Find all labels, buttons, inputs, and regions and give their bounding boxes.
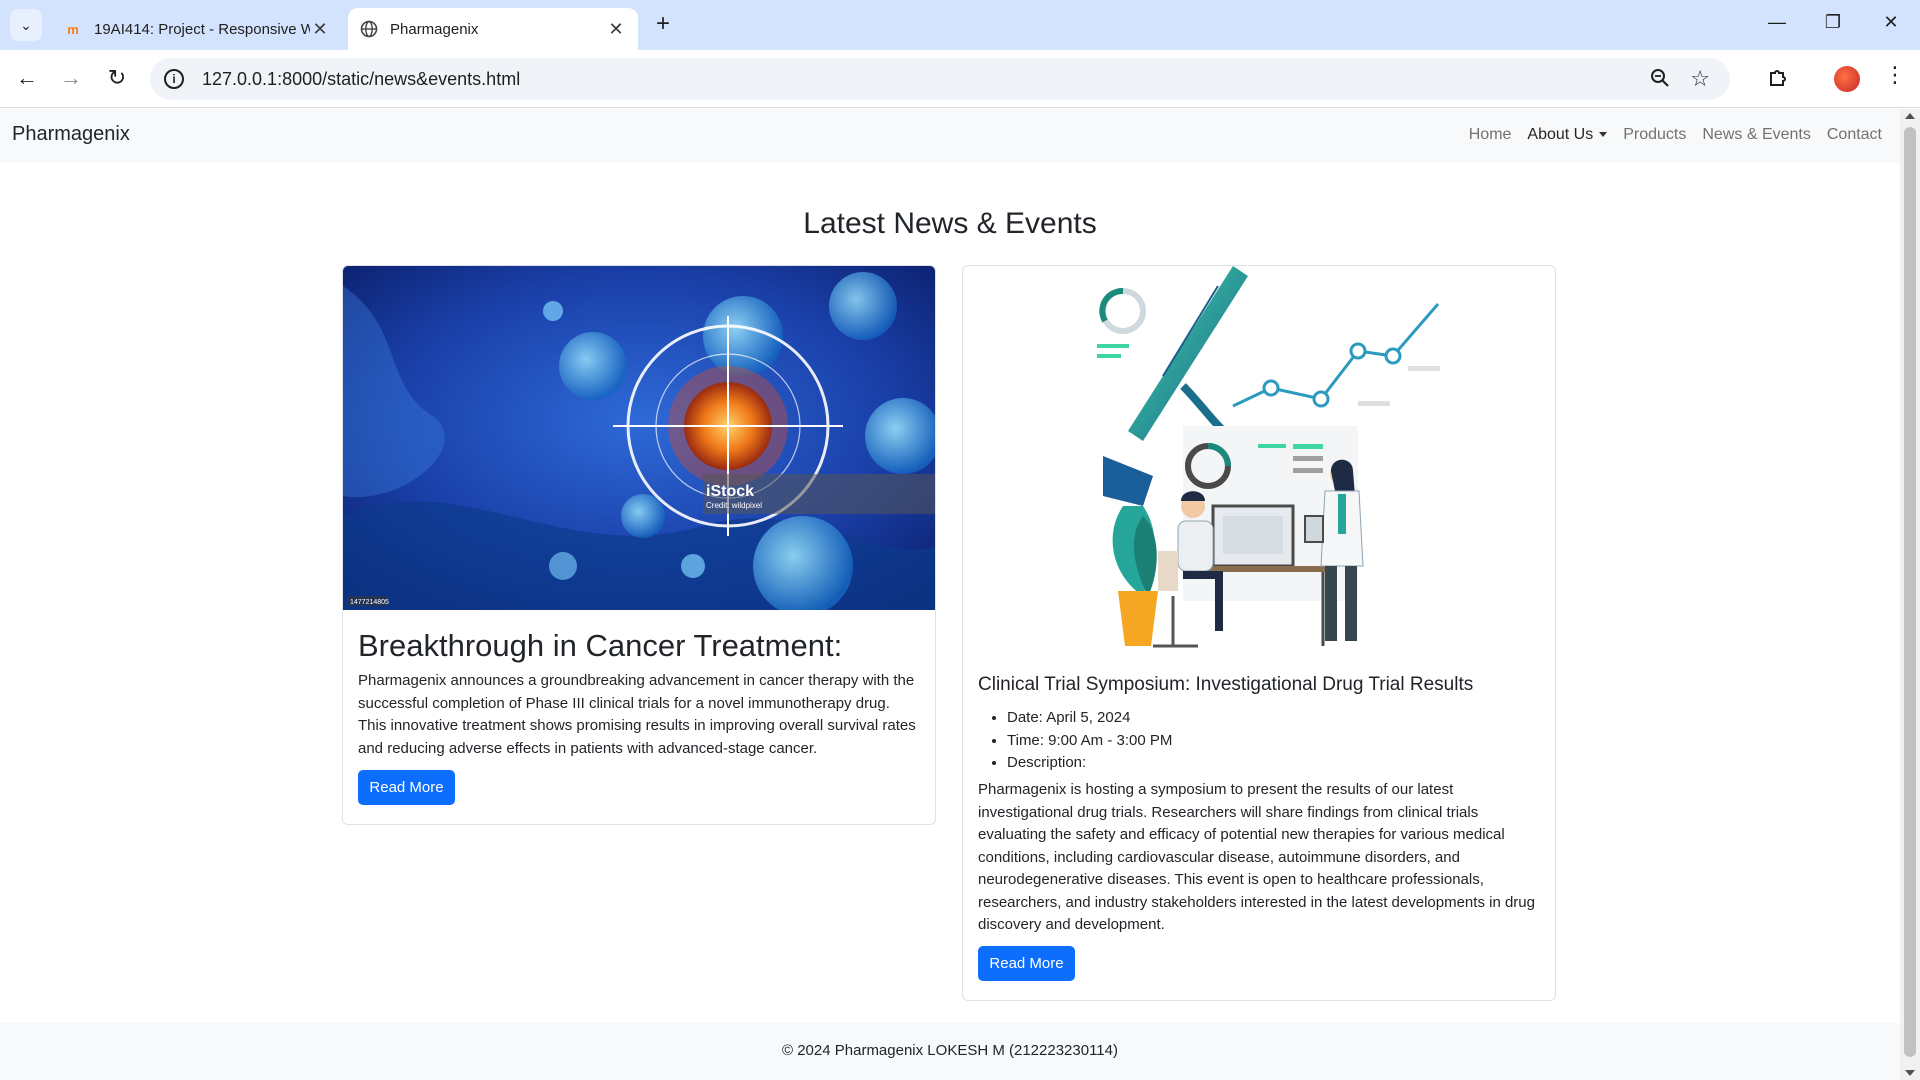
nav-links: Home About Us Products News & Events Con…	[1469, 126, 1882, 144]
event-card-title: Clinical Trial Symposium: Investigationa…	[978, 674, 1474, 695]
chevron-down-icon: ⌄	[20, 16, 32, 33]
event-details-list: Date: April 5, 2024 Time: 9:00 Am - 3:00…	[1007, 707, 1172, 775]
forward-arrow-icon[interactable]: →	[56, 64, 86, 94]
restore-icon[interactable]: ❐	[1818, 12, 1848, 38]
scroll-down-icon[interactable]	[1905, 1070, 1915, 1076]
browser-toolbar: ← → ↻ i 127.0.0.1:8000/static/news&event…	[0, 50, 1920, 108]
tab-title: 19AI414: Project - Responsive W	[94, 20, 310, 38]
image-stock-id: 1477214805	[350, 599, 389, 606]
minimize-icon[interactable]: —	[1762, 12, 1792, 38]
browser-tab-bar: ⌄ m 19AI414: Project - Responsive W ✕ Ph…	[0, 0, 1920, 50]
event-time: Time: 9:00 Am - 3:00 PM	[1007, 730, 1172, 753]
nav-home[interactable]: Home	[1469, 126, 1512, 144]
nav-about-label: About Us	[1527, 126, 1594, 143]
event-description-label: Description:	[1007, 752, 1172, 775]
cancer-cell-image: iStock Credit: wildpixel 1477214805	[343, 266, 935, 610]
istock-watermark: iStock	[706, 483, 754, 500]
bookmark-star-icon[interactable]: ☆	[1690, 66, 1710, 92]
reload-icon[interactable]: ↻	[102, 64, 132, 94]
site-navbar: Pharmagenix Home About Us Products News …	[0, 109, 1900, 163]
extensions-puzzle-icon[interactable]	[1768, 66, 1790, 94]
event-card: Clinical Trial Symposium: Investigationa…	[962, 265, 1556, 1001]
nav-about-dropdown[interactable]: About Us	[1527, 126, 1608, 144]
read-more-button[interactable]: Read More	[358, 770, 455, 805]
close-tab-icon[interactable]: ✕	[310, 19, 330, 40]
site-info-icon[interactable]: i	[164, 69, 184, 89]
scrollbar-thumb[interactable]	[1904, 127, 1916, 1057]
clinical-research-illustration	[1097, 266, 1440, 648]
site-footer: © 2024 Pharmagenix LOKESH M (21222323011…	[0, 1023, 1900, 1080]
read-more-button[interactable]: Read More	[978, 946, 1075, 981]
page-viewport: Pharmagenix Home About Us Products News …	[0, 109, 1900, 1080]
news-card-text: Pharmagenix announces a groundbreaking a…	[358, 672, 916, 757]
profile-avatar[interactable]	[1834, 66, 1860, 92]
event-card-text: Pharmagenix is hosting a symposium to pr…	[978, 781, 1535, 933]
page-title: Latest News & Events	[803, 207, 1097, 240]
event-date: Date: April 5, 2024	[1007, 707, 1172, 730]
page-scrollbar[interactable]	[1900, 109, 1920, 1080]
tab-search-button[interactable]: ⌄	[10, 9, 42, 41]
browser-tab-pharmagenix[interactable]: Pharmagenix ✕	[348, 8, 638, 50]
nav-products[interactable]: Products	[1623, 126, 1686, 144]
address-bar[interactable]: i 127.0.0.1:8000/static/news&events.html…	[150, 58, 1730, 100]
caret-down-icon	[1599, 132, 1608, 138]
nav-contact[interactable]: Contact	[1827, 126, 1882, 144]
url-text: 127.0.0.1:8000/static/news&events.html	[202, 68, 521, 89]
zoom-icon[interactable]	[1650, 68, 1670, 94]
new-tab-icon[interactable]: +	[650, 12, 676, 38]
scroll-up-icon[interactable]	[1905, 113, 1915, 119]
back-arrow-icon[interactable]: ←	[12, 64, 42, 94]
image-credit: Credit: wildpixel	[706, 501, 762, 510]
tab-title: Pharmagenix	[390, 20, 479, 38]
footer-text: © 2024 Pharmagenix LOKESH M (21222323011…	[782, 1042, 1118, 1059]
navbar-brand[interactable]: Pharmagenix	[12, 123, 130, 146]
window-close-icon[interactable]: ✕	[1876, 12, 1906, 38]
moodle-favicon-icon: m	[67, 21, 79, 37]
more-menu-icon[interactable]: ⋮	[1884, 62, 1906, 88]
news-card: iStock Credit: wildpixel 1477214805 Brea…	[342, 265, 936, 825]
nav-news-events[interactable]: News & Events	[1702, 126, 1810, 144]
browser-tab-project[interactable]: m 19AI414: Project - Responsive W ✕	[52, 8, 342, 50]
news-card-title: Breakthrough in Cancer Treatment:	[358, 628, 843, 663]
close-tab-icon[interactable]: ✕	[606, 19, 626, 40]
globe-icon	[360, 20, 378, 38]
